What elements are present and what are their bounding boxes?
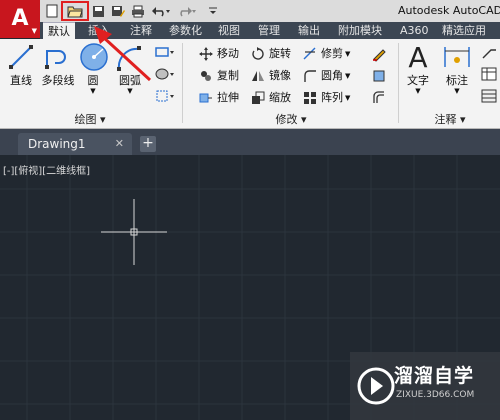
chevron-down-icon[interactable]: ▼: [112, 88, 148, 95]
chevron-down-icon[interactable]: ▼: [402, 88, 434, 95]
polyline-button[interactable]: 多段线: [38, 42, 78, 88]
qat-customize-icon[interactable]: [206, 2, 220, 20]
array-label: 阵列: [321, 91, 343, 104]
explode-icon[interactable]: [368, 67, 390, 85]
watermark-text: 溜溜自学: [394, 365, 475, 387]
fillet-icon: [302, 68, 318, 84]
panel-divider: [398, 43, 399, 123]
app-title: Autodesk AutoCAD: [398, 4, 500, 17]
trim-icon: [302, 46, 318, 62]
tab-default[interactable]: 默认: [43, 22, 75, 40]
tab-view[interactable]: 视图: [218, 22, 240, 39]
chevron-down-icon[interactable]: ▼: [78, 88, 108, 95]
circle-icon: [78, 42, 110, 72]
tab-addins[interactable]: 附加模块: [338, 22, 382, 39]
polyline-icon: [42, 42, 74, 72]
panel-divider: [182, 43, 183, 123]
rectangle-icon[interactable]: [154, 43, 176, 61]
rotate-button[interactable]: 旋转: [250, 45, 291, 63]
tab-annotate[interactable]: 注释: [130, 22, 152, 39]
fillet-button[interactable]: 圆角 ▼: [302, 67, 350, 85]
chevron-down-icon[interactable]: ▼: [345, 45, 350, 63]
copy-label: 复制: [217, 69, 239, 82]
chevron-down-icon[interactable]: ▼: [440, 88, 474, 95]
tab-featured-apps[interactable]: 精选应用: [442, 22, 486, 39]
open-icon-highlight: [61, 1, 89, 21]
draw-panel-title[interactable]: 绘图 ▾: [0, 113, 180, 127]
chevron-down-icon: ▼: [31, 27, 37, 35]
polyline-label: 多段线: [41, 74, 75, 87]
move-label: 移动: [217, 47, 239, 60]
circle-button[interactable]: 圆 ▼: [78, 42, 108, 95]
trim-label: 修剪: [321, 47, 343, 60]
save-as-icon[interactable]: [110, 2, 126, 20]
copy-button[interactable]: 复制: [198, 67, 239, 85]
fillet-label: 圆角: [321, 69, 343, 82]
mirror-label: 镜像: [269, 69, 291, 82]
stretch-icon: [198, 90, 214, 106]
file-tab-drawing1[interactable]: Drawing1 ✕: [18, 133, 132, 155]
tab-insert[interactable]: 插入: [88, 22, 110, 39]
scale-label: 缩放: [269, 91, 291, 104]
file-tab-bar: Drawing1 ✕ +: [0, 129, 500, 155]
app-menu-button[interactable]: A ▼: [0, 0, 40, 38]
table-icon[interactable]: [478, 65, 500, 83]
line-button[interactable]: 直线: [4, 42, 38, 88]
array-icon: [302, 90, 318, 106]
watermark-url: ZIXUE.3D66.COM: [396, 390, 475, 400]
mirror-icon: [250, 68, 266, 84]
close-icon[interactable]: ✕: [115, 133, 124, 155]
rotate-label: 旋转: [269, 47, 291, 60]
table-icon[interactable]: [478, 87, 500, 105]
erase-icon[interactable]: [368, 45, 390, 63]
annotate-panel-title[interactable]: 注释 ▾: [400, 113, 500, 127]
dimension-button[interactable]: 标注 ▼: [440, 42, 474, 95]
arc-label: 圆弧: [119, 74, 141, 87]
circle-label: 圆: [87, 74, 99, 87]
print-icon[interactable]: [130, 2, 146, 20]
rotate-icon: [250, 46, 266, 62]
stretch-button[interactable]: 拉伸: [198, 89, 239, 107]
text-button[interactable]: A 文字 ▼: [402, 40, 434, 95]
offset-icon[interactable]: [368, 89, 390, 107]
dimension-icon: [441, 42, 473, 72]
arc-button[interactable]: 圆弧 ▼: [112, 42, 148, 95]
tab-parametric[interactable]: 参数化: [169, 22, 202, 39]
modify-panel-title[interactable]: 修改 ▾: [184, 113, 398, 127]
trim-button[interactable]: 修剪 ▼: [302, 45, 350, 63]
region-icon[interactable]: [154, 87, 176, 105]
tab-output[interactable]: 输出: [298, 22, 320, 39]
save-icon[interactable]: [90, 2, 106, 20]
new-icon[interactable]: [44, 2, 60, 20]
text-icon: A: [408, 40, 428, 74]
ribbon: 直线 多段线 圆 ▼ 圆弧 ▼ 绘图 ▾ 移动 旋转 修剪 ▼ 复制 镜像 圆角…: [0, 39, 500, 129]
line-label: 直线: [10, 74, 32, 87]
move-icon: [198, 46, 214, 62]
autocad-logo: A: [11, 6, 29, 31]
ribbon-tab-bar: 默认 插入 注释 参数化 视图 管理 输出 附加模块 A360 精选应用: [40, 22, 500, 40]
line-icon: [5, 42, 37, 72]
watermark-logo-icon: [357, 367, 395, 405]
tab-manage[interactable]: 管理: [258, 22, 280, 39]
tab-a360[interactable]: A360: [400, 22, 429, 39]
chevron-down-icon[interactable]: ▼: [345, 89, 350, 107]
scale-icon: [250, 90, 266, 106]
chevron-down-icon[interactable]: ▼: [345, 67, 350, 85]
arc-icon: [114, 42, 146, 72]
stretch-label: 拉伸: [217, 91, 239, 104]
move-button[interactable]: 移动: [198, 45, 239, 63]
dimension-label: 标注: [446, 74, 468, 87]
watermark: 溜溜自学 ZIXUE.3D66.COM: [350, 352, 500, 420]
new-tab-button[interactable]: +: [140, 136, 156, 152]
undo-icon[interactable]: [150, 2, 172, 20]
scale-button[interactable]: 缩放: [250, 89, 291, 107]
copy-icon: [198, 68, 214, 84]
array-button[interactable]: 阵列 ▼: [302, 89, 350, 107]
leader-icon[interactable]: [478, 43, 500, 61]
hatch-icon[interactable]: [154, 65, 176, 83]
text-label: 文字: [407, 74, 429, 87]
mirror-button[interactable]: 镜像: [250, 67, 291, 85]
file-tab-label: Drawing1: [28, 137, 86, 151]
redo-icon[interactable]: [176, 2, 198, 20]
